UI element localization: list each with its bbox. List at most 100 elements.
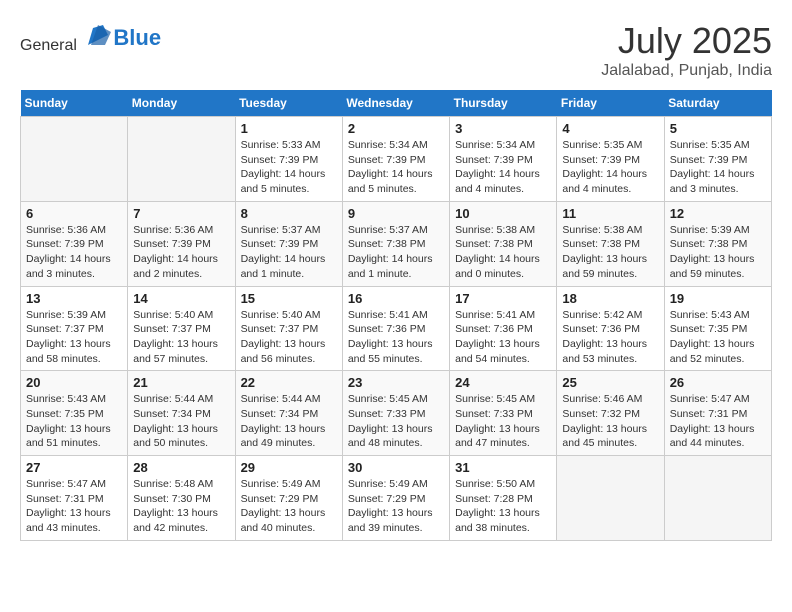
day-info: Sunrise: 5:43 AM Sunset: 7:35 PM Dayligh…	[26, 392, 122, 451]
month-year-title: July 2025	[601, 20, 772, 62]
day-number: 28	[133, 460, 229, 475]
calendar-week-row: 1Sunrise: 5:33 AM Sunset: 7:39 PM Daylig…	[21, 117, 772, 202]
day-number: 11	[562, 206, 658, 221]
day-number: 31	[455, 460, 551, 475]
calendar-cell: 9Sunrise: 5:37 AM Sunset: 7:38 PM Daylig…	[342, 201, 449, 286]
day-number: 23	[348, 375, 444, 390]
day-number: 15	[241, 291, 337, 306]
day-info: Sunrise: 5:49 AM Sunset: 7:29 PM Dayligh…	[241, 477, 337, 536]
calendar-cell: 30 Sunrise: 5:49 AM Sunset: 7:29 PM Dayli…	[342, 456, 449, 541]
day-number: 21	[133, 375, 229, 390]
calendar-cell: 24 Sunrise: 5:45 AM Sunset: 7:33 PM Dayli…	[450, 371, 557, 456]
calendar-cell: 12 Sunrise: 5:39 AM Sunset: 7:38 PM Dayli…	[664, 201, 771, 286]
day-number: 26	[670, 375, 766, 390]
logo-general-text: General	[20, 37, 77, 54]
day-number: 12	[670, 206, 766, 221]
day-number: 3	[455, 121, 551, 136]
weekday-header-row: SundayMondayTuesdayWednesdayThursdayFrid…	[21, 90, 772, 117]
day-info: Sunrise: 5:43 AM Sunset: 7:35 PM Dayligh…	[670, 308, 766, 367]
day-number: 1	[241, 121, 337, 136]
calendar-week-row: 6 Sunrise: 5:36 AM Sunset: 7:39 PM Daylig…	[21, 201, 772, 286]
calendar-cell: 19 Sunrise: 5:43 AM Sunset: 7:35 PM Dayli…	[664, 286, 771, 371]
calendar-cell: 2 Sunrise: 5:34 AM Sunset: 7:39 PM Daylig…	[342, 117, 449, 202]
day-number: 18	[562, 291, 658, 306]
calendar-cell: 5 Sunrise: 5:35 AM Sunset: 7:39 PM Daylig…	[664, 117, 771, 202]
day-info: Sunrise: 5:48 AM Sunset: 7:30 PM Dayligh…	[133, 477, 229, 536]
day-info: Sunrise: 5:44 AM Sunset: 7:34 PM Dayligh…	[133, 392, 229, 451]
day-number: 10	[455, 206, 551, 221]
day-number: 5	[670, 121, 766, 136]
day-number: 8	[241, 206, 337, 221]
day-info: Sunrise: 5:35 AM Sunset: 7:39 PM Dayligh…	[562, 138, 658, 197]
calendar-cell	[664, 456, 771, 541]
day-info: Sunrise: 5:45 AM Sunset: 7:33 PM Dayligh…	[455, 392, 551, 451]
day-number: 30	[348, 460, 444, 475]
location-subtitle: Jalalabad, Punjab, India	[601, 62, 772, 80]
calendar-cell: 6 Sunrise: 5:36 AM Sunset: 7:39 PM Daylig…	[21, 201, 128, 286]
day-info: Sunrise: 5:39 AM Sunset: 7:37 PM Dayligh…	[26, 308, 122, 367]
weekday-header-monday: Monday	[128, 90, 235, 117]
weekday-header-wednesday: Wednesday	[342, 90, 449, 117]
day-number: 14	[133, 291, 229, 306]
calendar-cell: 18Sunrise: 5:42 AM Sunset: 7:36 PM Dayli…	[557, 286, 664, 371]
day-number: 16	[348, 291, 444, 306]
day-info: Sunrise: 5:37 AM Sunset: 7:39 PM Dayligh…	[241, 223, 337, 282]
calendar-cell: 21 Sunrise: 5:44 AM Sunset: 7:34 PM Dayli…	[128, 371, 235, 456]
calendar-cell: 28 Sunrise: 5:48 AM Sunset: 7:30 PM Dayli…	[128, 456, 235, 541]
calendar-week-row: 20Sunrise: 5:43 AM Sunset: 7:35 PM Dayli…	[21, 371, 772, 456]
weekday-header-friday: Friday	[557, 90, 664, 117]
day-number: 7	[133, 206, 229, 221]
day-number: 17	[455, 291, 551, 306]
day-number: 22	[241, 375, 337, 390]
day-number: 27	[26, 460, 122, 475]
calendar-cell: 26 Sunrise: 5:47 AM Sunset: 7:31 PM Dayli…	[664, 371, 771, 456]
day-info: Sunrise: 5:50 AM Sunset: 7:28 PM Dayligh…	[455, 477, 551, 536]
logo-icon	[83, 20, 113, 50]
day-info: Sunrise: 5:34 AM Sunset: 7:39 PM Dayligh…	[348, 138, 444, 197]
calendar-cell: 25 Sunrise: 5:46 AM Sunset: 7:32 PM Dayli…	[557, 371, 664, 456]
title-block: July 2025 Jalalabad, Punjab, India	[601, 20, 772, 80]
day-info: Sunrise: 5:49 AM Sunset: 7:29 PM Dayligh…	[348, 477, 444, 536]
calendar-cell: 16 Sunrise: 5:41 AM Sunset: 7:36 PM Dayli…	[342, 286, 449, 371]
day-info: Sunrise: 5:47 AM Sunset: 7:31 PM Dayligh…	[670, 392, 766, 451]
calendar-week-row: 27 Sunrise: 5:47 AM Sunset: 7:31 PM Dayli…	[21, 456, 772, 541]
calendar-cell: 11 Sunrise: 5:38 AM Sunset: 7:38 PM Dayli…	[557, 201, 664, 286]
day-info: Sunrise: 5:39 AM Sunset: 7:38 PM Dayligh…	[670, 223, 766, 282]
day-number: 13	[26, 291, 122, 306]
day-info: Sunrise: 5:34 AM Sunset: 7:39 PM Dayligh…	[455, 138, 551, 197]
calendar-cell: 10Sunrise: 5:38 AM Sunset: 7:38 PM Dayli…	[450, 201, 557, 286]
calendar-cell: 31 Sunrise: 5:50 AM Sunset: 7:28 PM Dayli…	[450, 456, 557, 541]
day-number: 25	[562, 375, 658, 390]
calendar-cell	[557, 456, 664, 541]
day-number: 6	[26, 206, 122, 221]
calendar-cell: 15Sunrise: 5:40 AM Sunset: 7:37 PM Dayli…	[235, 286, 342, 371]
calendar-cell: 23Sunrise: 5:45 AM Sunset: 7:33 PM Dayli…	[342, 371, 449, 456]
day-number: 29	[241, 460, 337, 475]
page-header: General Blue July 2025 Jalalabad, Punjab…	[20, 20, 772, 80]
day-info: Sunrise: 5:38 AM Sunset: 7:38 PM Dayligh…	[562, 223, 658, 282]
calendar-table: SundayMondayTuesdayWednesdayThursdayFrid…	[20, 90, 772, 541]
logo: General Blue	[20, 20, 161, 55]
calendar-cell: 14 Sunrise: 5:40 AM Sunset: 7:37 PM Dayli…	[128, 286, 235, 371]
calendar-cell: 13 Sunrise: 5:39 AM Sunset: 7:37 PM Dayli…	[21, 286, 128, 371]
day-info: Sunrise: 5:40 AM Sunset: 7:37 PM Dayligh…	[133, 308, 229, 367]
day-number: 2	[348, 121, 444, 136]
weekday-header-tuesday: Tuesday	[235, 90, 342, 117]
day-number: 24	[455, 375, 551, 390]
day-info: Sunrise: 5:41 AM Sunset: 7:36 PM Dayligh…	[348, 308, 444, 367]
calendar-cell: 22 Sunrise: 5:44 AM Sunset: 7:34 PM Dayli…	[235, 371, 342, 456]
day-number: 9	[348, 206, 444, 221]
day-info: Sunrise: 5:47 AM Sunset: 7:31 PM Dayligh…	[26, 477, 122, 536]
day-info: Sunrise: 5:36 AM Sunset: 7:39 PM Dayligh…	[133, 223, 229, 282]
day-info: Sunrise: 5:44 AM Sunset: 7:34 PM Dayligh…	[241, 392, 337, 451]
day-info: Sunrise: 5:36 AM Sunset: 7:39 PM Dayligh…	[26, 223, 122, 282]
calendar-cell: 3 Sunrise: 5:34 AM Sunset: 7:39 PM Daylig…	[450, 117, 557, 202]
calendar-cell: 1Sunrise: 5:33 AM Sunset: 7:39 PM Daylig…	[235, 117, 342, 202]
day-number: 4	[562, 121, 658, 136]
day-number: 19	[670, 291, 766, 306]
day-info: Sunrise: 5:46 AM Sunset: 7:32 PM Dayligh…	[562, 392, 658, 451]
calendar-cell	[21, 117, 128, 202]
day-info: Sunrise: 5:35 AM Sunset: 7:39 PM Dayligh…	[670, 138, 766, 197]
calendar-cell: 27 Sunrise: 5:47 AM Sunset: 7:31 PM Dayli…	[21, 456, 128, 541]
weekday-header-saturday: Saturday	[664, 90, 771, 117]
